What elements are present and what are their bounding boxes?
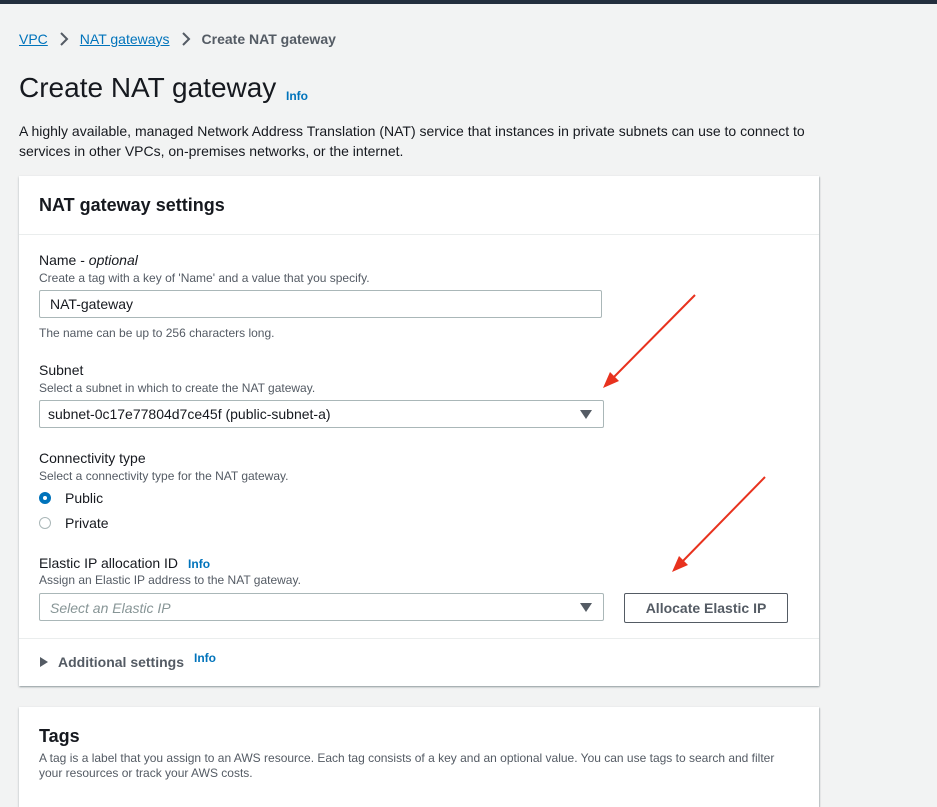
elastic-ip-field-description: Assign an Elastic IP address to the NAT … [39, 573, 301, 587]
name-label-text: Name - [39, 252, 89, 268]
elastic-ip-info-link[interactable]: Info [188, 557, 210, 571]
elastic-ip-select[interactable]: Select an Elastic IP [39, 593, 604, 621]
breadcrumb-link-vpc[interactable]: VPC [19, 31, 48, 47]
radio-checked-icon[interactable] [39, 492, 51, 504]
additional-settings-info-link[interactable]: Info [194, 651, 216, 665]
divider [19, 638, 819, 639]
connectivity-option-private[interactable]: Private [39, 515, 109, 531]
page-description: A highly available, managed Network Addr… [19, 123, 805, 159]
name-field-label: Name - optional [39, 252, 138, 268]
subnet-field-description: Select a subnet in which to create the N… [39, 381, 316, 395]
connectivity-option-public[interactable]: Public [39, 490, 103, 506]
caret-down-icon [580, 410, 592, 419]
subnet-selected-value: subnet-0c17e77804d7ce45f (public-subnet-… [48, 406, 331, 422]
elastic-ip-label-text: Elastic IP allocation ID [39, 555, 179, 571]
page-title: Create NAT gateway [19, 72, 277, 103]
name-input[interactable] [39, 290, 602, 318]
optional-label: optional [88, 252, 138, 268]
subnet-select[interactable]: subnet-0c17e77804d7ce45f (public-subnet-… [39, 400, 604, 428]
chevron-right-icon [181, 32, 190, 46]
connectivity-field-description: Select a connectivity type for the NAT g… [39, 469, 289, 483]
chevron-right-icon [60, 32, 69, 46]
panel-header: NAT gateway settings [19, 176, 819, 235]
tags-panel: Tags A tag is a label that you assign to… [19, 707, 819, 807]
allocate-elastic-ip-button[interactable]: Allocate Elastic IP [624, 593, 788, 623]
top-navigation-bar [0, 0, 937, 4]
radio-label-private: Private [65, 515, 109, 531]
name-field-description: Create a tag with a key of 'Name' and a … [39, 271, 370, 285]
radio-label-public: Public [65, 490, 104, 506]
caret-down-icon [580, 603, 592, 612]
panel-title: NAT gateway settings [39, 195, 225, 215]
breadcrumb-link-nat-gateways[interactable]: NAT gateways [80, 31, 170, 47]
elastic-ip-field-label: Elastic IP allocation ID Info [39, 555, 210, 571]
nat-gateway-settings-panel: NAT gateway settings Name - optional Cre… [19, 176, 819, 686]
name-constraint-text: The name can be up to 256 characters lon… [39, 326, 275, 340]
tags-description: A tag is a label that you assign to an A… [39, 751, 775, 780]
page-info-link[interactable]: Info [286, 89, 308, 103]
additional-settings-label: Additional settings [58, 654, 184, 670]
elastic-ip-placeholder: Select an Elastic IP [50, 600, 171, 616]
radio-unchecked-icon[interactable] [39, 517, 51, 529]
connectivity-field-label: Connectivity type [39, 450, 146, 466]
breadcrumb-current: Create NAT gateway [201, 31, 336, 47]
subnet-field-label: Subnet [39, 362, 84, 378]
additional-settings-expander[interactable]: Additional settings Info [40, 651, 216, 670]
tags-title: Tags [39, 726, 80, 746]
caret-right-icon [40, 657, 48, 667]
breadcrumb: VPC NAT gateways Create NAT gateway [19, 31, 336, 47]
